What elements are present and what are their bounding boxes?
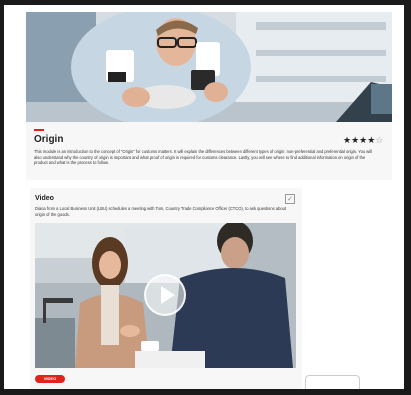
video-card[interactable]: Video ✓ Diana from a Local Business Unit… [30, 188, 302, 393]
rating-stars: ★★★★☆ [343, 136, 383, 146]
title-accent-bar [34, 129, 44, 131]
empty-star: ☆ [375, 136, 384, 146]
module-hero-image [26, 12, 392, 122]
filled-stars: ★★★★ [343, 136, 376, 146]
video-player[interactable] [35, 223, 296, 368]
screen-frame-left [0, 0, 4, 395]
screen-frame-right [404, 0, 411, 395]
module-description: This module is an introduction to the co… [34, 149, 372, 166]
screen-frame-top [0, 0, 411, 5]
play-button[interactable] [144, 274, 186, 316]
completed-checkbox[interactable]: ✓ [285, 194, 295, 204]
video-type-badge: VIDEO [35, 375, 65, 383]
video-description: Diana from a Local Business Unit (LBU) s… [35, 206, 287, 217]
module-title: Origin [34, 134, 64, 145]
video-title: Video [35, 195, 54, 202]
module-card[interactable]: Origin ★★★★☆ This module is an introduct… [26, 12, 392, 180]
screen-frame-bottom [0, 389, 411, 395]
